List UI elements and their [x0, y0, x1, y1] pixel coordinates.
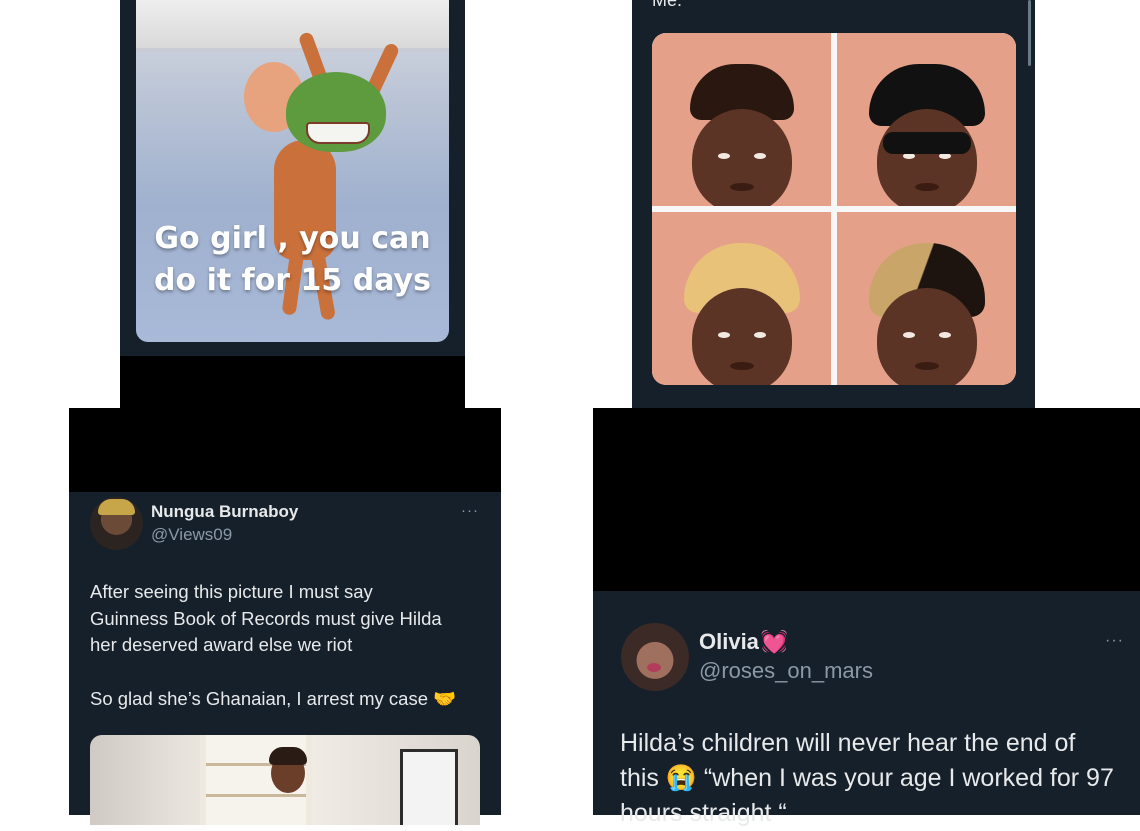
more-options-icon[interactable]: ···: [1105, 632, 1124, 650]
baby-face: [876, 109, 977, 206]
sunglasses-icon: [882, 131, 971, 154]
tweet-text-line: her deserved award else we riot: [90, 634, 353, 655]
post-text-me: Me:: [652, 0, 683, 10]
face-tile-3: [652, 212, 831, 385]
more-options-icon[interactable]: ···: [461, 502, 479, 519]
face-tile-1: [652, 33, 831, 206]
faces-image-grid[interactable]: [652, 33, 1016, 385]
person-photo: [265, 745, 311, 825]
face-tile-4: [837, 212, 1016, 385]
tweet-text-line: hours straight “: [620, 799, 787, 827]
tweet-text-line: After seeing this picture I must say: [90, 581, 373, 602]
display-name[interactable]: Nungua Burnaboy: [151, 502, 298, 522]
meme-caption: Go girl , you can do it for 15 days: [136, 218, 449, 302]
tweet-text-line: this 😭 “when I was your age I worked for…: [620, 764, 1114, 792]
user-handle[interactable]: @Views09: [151, 525, 232, 545]
baby-face: [691, 288, 792, 385]
scrollbar[interactable]: [1028, 0, 1031, 66]
user-handle[interactable]: @roses_on_mars: [699, 658, 873, 684]
tweet-nungua: Nungua Burnaboy @Views09 ··· After seein…: [69, 408, 501, 825]
tweet-text: Hilda’s children will never hear the end…: [620, 726, 1135, 831]
faces-post: Me:: [632, 0, 1035, 408]
meme-wall: [136, 0, 449, 48]
tweet-text-line: So glad she’s Ghanaian, I arrest my case…: [90, 687, 457, 709]
wall-frame: [400, 749, 458, 825]
meme-caption-line2: do it for 15 days: [154, 263, 431, 298]
meme-baseboard: [136, 48, 449, 52]
tweet-text-line: Guinness Book of Records must give Hilda: [90, 607, 442, 629]
black-bar: [593, 408, 1140, 591]
display-name[interactable]: Olivia💓: [699, 629, 788, 655]
heart-icon: 💓: [760, 629, 789, 654]
tweet-photo[interactable]: [90, 735, 480, 825]
meme-image[interactable]: Go girl , you can do it for 15 days: [136, 0, 449, 342]
tweet-olivia: Olivia💓 @roses_on_mars ··· Hilda’s child…: [593, 408, 1140, 827]
tweet-text-line: Hilda’s children will never hear the end…: [620, 729, 1076, 757]
baby-face: [691, 109, 792, 206]
meme-frog-grin: [306, 122, 370, 144]
display-name-text: Olivia: [699, 629, 759, 654]
avatar[interactable]: [621, 623, 689, 691]
black-bar: [120, 356, 465, 408]
meme-post: Go girl , you can do it for 15 days: [120, 0, 465, 408]
black-bar: [69, 408, 501, 492]
baby-face: [876, 288, 977, 385]
avatar[interactable]: [90, 497, 143, 550]
face-tile-2: [837, 33, 1016, 206]
tweet-text: After seeing this picture I must say Gui…: [90, 579, 485, 712]
meme-caption-line1: Go girl , you can: [154, 221, 431, 256]
